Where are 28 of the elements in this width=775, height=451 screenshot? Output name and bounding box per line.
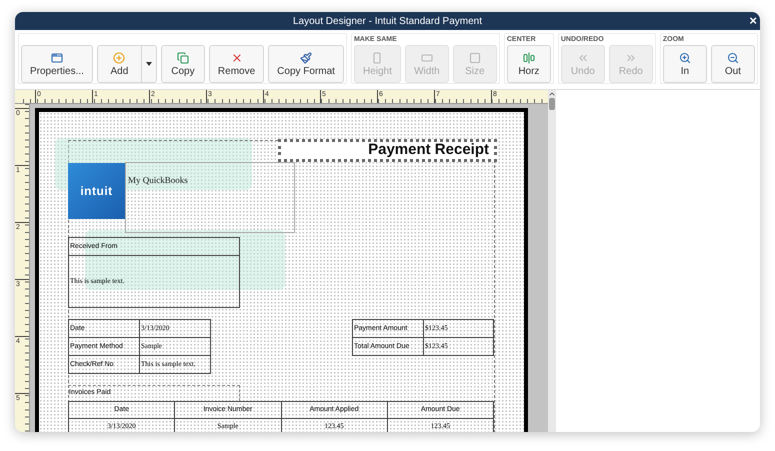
toolbar-button[interactable]: Horz — [506, 45, 551, 83]
copy-icon — [176, 52, 189, 64]
toolbar-button[interactable]: Copy — [160, 45, 205, 83]
window-title: Layout Designer - Intuit Standard Payment — [293, 14, 482, 28]
close-button[interactable]: × — [749, 12, 757, 30]
toolbar-button[interactable]: Out — [710, 45, 755, 83]
zoom-in-icon — [678, 52, 691, 64]
brush-icon — [300, 52, 312, 64]
remove-icon — [230, 52, 243, 64]
toolbar-button[interactable]: Remove — [208, 45, 264, 83]
logo: intuit — [68, 163, 125, 219]
scrollbar-thumb[interactable] — [549, 98, 555, 110]
company-name: My QuickBooks — [128, 175, 188, 185]
toolbar-button[interactable]: Properties... — [21, 45, 93, 83]
toolbar-button[interactable]: In — [662, 45, 707, 83]
tall-rectangle-icon — [371, 52, 384, 64]
toolbar-button[interactable]: Copy Format — [268, 45, 344, 83]
toolbar-button[interactable]: Add — [96, 45, 141, 83]
dropdown-button[interactable] — [140, 45, 157, 83]
scroll-up-icon[interactable] — [548, 90, 556, 98]
wide-rectangle-icon — [420, 52, 433, 64]
plus-icon — [113, 52, 126, 64]
window-icon — [50, 52, 63, 64]
center-icon — [522, 52, 535, 64]
zoom-out-icon — [726, 52, 739, 64]
caret-icon — [146, 62, 152, 66]
square-icon — [468, 52, 481, 64]
heading-field: Payment Receipt — [278, 139, 497, 162]
